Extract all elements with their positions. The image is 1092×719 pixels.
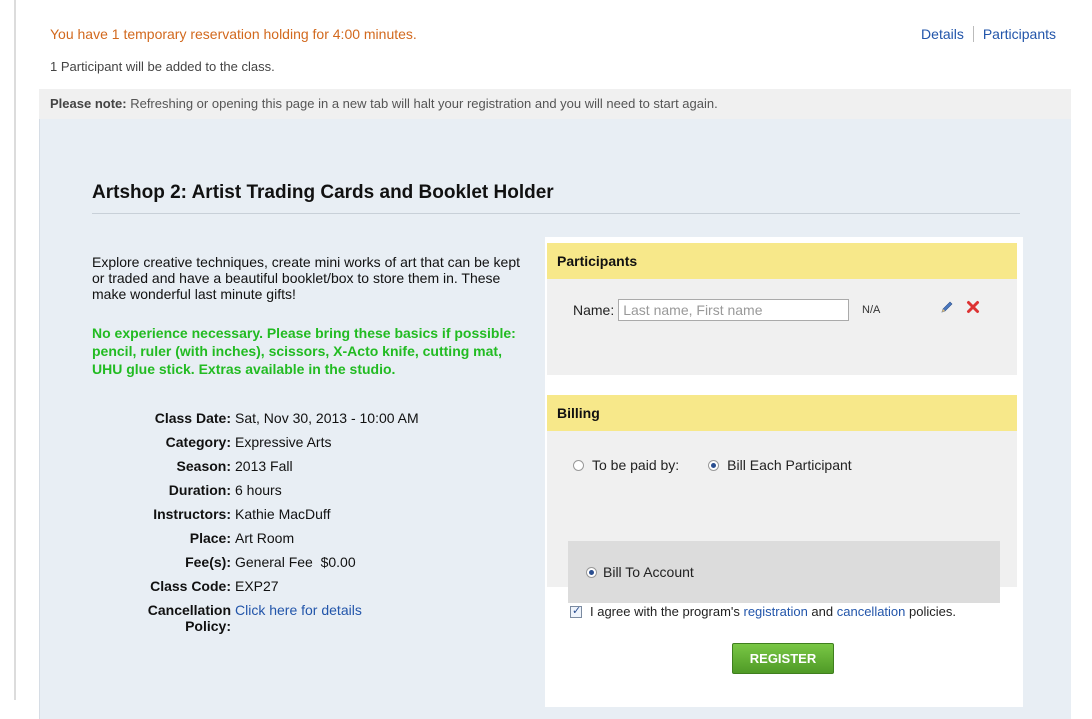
name-input[interactable] [618, 299, 850, 321]
detail-label: Cancellation Policy: [92, 602, 235, 634]
detail-value: General Fee $0.00 [235, 554, 356, 570]
cancellation-label-line2: Policy: [185, 618, 231, 634]
class-details: Class Date: Sat, Nov 30, 2013 - 10:00 AM… [92, 406, 532, 634]
to-be-paid-by-radio[interactable] [573, 459, 584, 471]
detail-label: Class Code: [150, 578, 231, 594]
detail-season: Season: 2013 Fall [92, 454, 532, 478]
detail-instructors: Instructors: Kathie MacDuff [92, 502, 532, 526]
register-button[interactable]: REGISTER [732, 643, 834, 674]
agree-suffix: policies. [905, 604, 956, 619]
detail-value: Click here for details [235, 602, 362, 634]
detail-value: Sat, Nov 30, 2013 - 10:00 AM [235, 410, 419, 426]
agree-checkbox[interactable] [570, 604, 582, 618]
refresh-note: Please note: Refreshing or opening this … [39, 89, 1071, 119]
top-links: Details Participants [921, 26, 1056, 42]
bill-each-participant-radio[interactable] [708, 459, 720, 471]
detail-label: Season: [176, 458, 231, 474]
details-link[interactable]: Details [921, 26, 964, 42]
detail-cancellation: Cancellation Policy: Click here for deta… [92, 598, 532, 634]
x-icon[interactable] [966, 300, 980, 314]
na-label: N/A [862, 304, 881, 316]
detail-value: Art Room [235, 530, 295, 546]
name-label: Name: [573, 302, 615, 318]
agreement-row: I agree with the program's registration … [570, 604, 956, 619]
detail-value: EXP27 [235, 578, 279, 594]
link-separator [972, 26, 974, 42]
detail-duration: Duration: 6 hours [92, 478, 532, 502]
class-requirements: No experience necessary. Please bring th… [92, 325, 516, 377]
class-panel: Artshop 2: Artist Trading Cards and Book… [39, 119, 1071, 719]
name-row: Name: [573, 299, 850, 321]
cancellation-label-line1: Cancellation [147, 602, 231, 618]
to-be-paid-by-label: To be paid by: [592, 457, 680, 473]
bill-each-participant-label: Bill Each Participant [727, 457, 852, 473]
agree-prefix: I agree with the program's [590, 604, 744, 619]
detail-class-code: Class Code: EXP27 [92, 574, 532, 598]
detail-label: Fee(s): [185, 554, 231, 570]
participants-heading: Participants [547, 243, 1017, 279]
detail-label: Category: [165, 434, 231, 450]
detail-fees: Fee(s): General Fee $0.00 [92, 550, 532, 574]
billing-heading: Billing [547, 395, 1017, 431]
registration-policy-link[interactable]: registration [744, 604, 808, 619]
reservation-notice: You have 1 temporary reservation holding… [50, 26, 417, 42]
agree-and: and [807, 604, 837, 619]
class-description: Explore creative techniques, create mini… [92, 254, 520, 302]
bill-to-account-label: Bill To Account [603, 564, 694, 580]
cancellation-policy-link[interactable]: cancellation [837, 604, 906, 619]
detail-category: Category: Expressive Arts [92, 430, 532, 454]
billing-body: To be paid by: Bill Each Participant Bil… [547, 431, 1017, 603]
cancellation-details-link[interactable]: Click here for details [235, 602, 362, 618]
detail-value: 6 hours [235, 482, 282, 498]
class-title: Artshop 2: Artist Trading Cards and Book… [92, 182, 554, 203]
detail-class-date: Class Date: Sat, Nov 30, 2013 - 10:00 AM [92, 406, 532, 430]
note-text: Refreshing or opening this page in a new… [126, 96, 718, 111]
title-divider [92, 213, 1020, 214]
bill-to-account-radio[interactable] [586, 566, 597, 578]
pencil-icon[interactable] [940, 300, 954, 314]
detail-label: Class Date: [154, 410, 231, 426]
participants-added-notice: 1 Participant will be added to the class… [50, 59, 275, 74]
note-label: Please note: [50, 96, 127, 111]
detail-value: Kathie MacDuff [235, 506, 331, 522]
detail-value: Expressive Arts [235, 434, 332, 450]
detail-label: Instructors: [153, 506, 231, 522]
bill-to-account-box: Bill To Account [568, 541, 1000, 603]
registration-form: Participants Name: N/A Billing To be pai… [545, 237, 1023, 707]
participants-body: Name: N/A [547, 279, 1017, 375]
detail-label: Place: [189, 530, 231, 546]
participants-link[interactable]: Participants [983, 26, 1056, 42]
left-divider [14, 0, 16, 700]
pay-by-row: To be paid by: Bill Each Participant [573, 457, 852, 473]
detail-place: Place: Art Room [92, 526, 532, 550]
detail-value: 2013 Fall [235, 458, 293, 474]
detail-label: Duration: [168, 482, 231, 498]
